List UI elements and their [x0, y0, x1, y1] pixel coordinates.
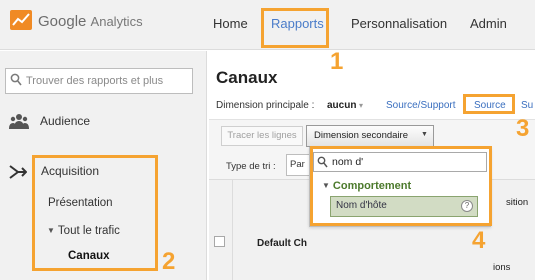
primary-dimension-label: Dimension principale : [216, 100, 315, 111]
search-icon [10, 73, 22, 86]
primary-dimension-value[interactable]: aucun [327, 100, 356, 111]
callout-box-2 [32, 155, 158, 271]
dimension-option-truncated[interactable]: Su [521, 100, 533, 111]
logo-text: Google [38, 13, 87, 30]
callout-number-4: 4 [472, 227, 486, 254]
sort-type-label: Type de tri : [226, 161, 276, 172]
callout-box-1 [261, 8, 329, 48]
plot-rows-button[interactable]: Tracer les lignes [221, 126, 303, 146]
row-checkbox[interactable] [214, 236, 225, 247]
app-logo[interactable]: Google Analytics [38, 13, 143, 30]
sidebar-item-audience[interactable]: Audience [40, 114, 90, 128]
caret-down-icon: ▼ [421, 131, 428, 138]
callout-number-3: 3 [516, 115, 530, 142]
dimension-option-source-medium[interactable]: Source/Support [386, 100, 456, 111]
column-divider [232, 179, 233, 280]
nav-home[interactable]: Home [213, 16, 248, 31]
callout-box-4 [310, 146, 492, 226]
sort-type-select[interactable]: Par [286, 154, 310, 176]
nav-customization[interactable]: Personnalisation [351, 16, 447, 31]
google-analytics-logo-icon [10, 10, 32, 30]
nav-admin[interactable]: Admin [470, 16, 507, 31]
people-icon [9, 114, 29, 129]
table-row-label: Default Ch [257, 238, 307, 249]
logo-subtext: Analytics [90, 14, 143, 29]
column-header-sessions[interactable]: ions [493, 262, 510, 273]
page-title: Canaux [216, 68, 278, 87]
callout-number-2: 2 [162, 248, 176, 275]
report-search-input[interactable] [26, 69, 190, 93]
column-header-acquisition: sition [506, 197, 529, 208]
secondary-dimension-button[interactable]: Dimension secondaire [306, 125, 434, 147]
callout-number-1: 1 [330, 48, 344, 75]
callout-box-3 [463, 94, 515, 114]
caret-down-icon[interactable]: ▾ [359, 101, 363, 110]
arrows-merge-icon [9, 165, 27, 179]
